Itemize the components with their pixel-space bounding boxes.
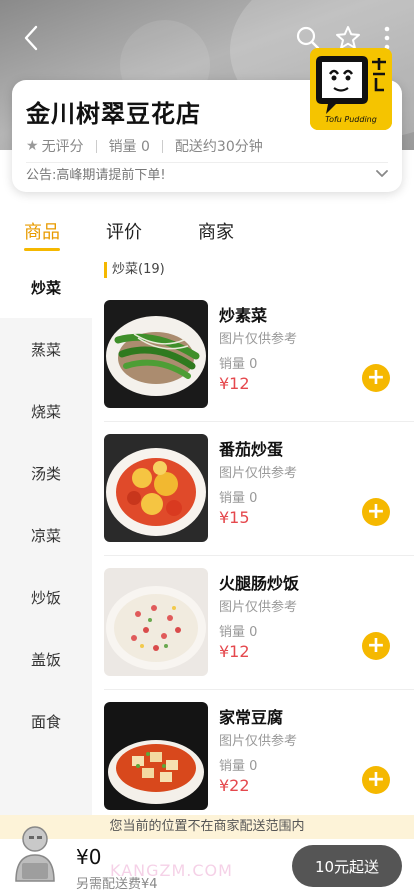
add-to-cart-button[interactable]: + <box>362 632 390 660</box>
cart-bar: ¥0 另需配送费¥4 KANGZM.COM 10元起送 <box>0 826 414 896</box>
sidebar-item-cold-dish[interactable]: 凉菜 <box>0 504 92 566</box>
dish-photo <box>104 702 208 810</box>
dish-item[interactable]: 炒素菜 图片仅供参考 销量 0 ¥12 + <box>104 300 414 422</box>
tab-products[interactable]: 商品 <box>24 218 60 244</box>
add-to-cart-button[interactable]: + <box>362 498 390 526</box>
tab-merchant[interactable]: 商家 <box>198 218 234 244</box>
sidebar-item-noodles[interactable]: 面食 <box>0 690 92 752</box>
sidebar-item-stir-fry[interactable]: 炒菜 <box>0 256 92 318</box>
dish-note: 图片仅供参考 <box>219 466 298 481</box>
cart-total: ¥0 <box>76 845 102 869</box>
sidebar-item-rice-bowl[interactable]: 盖饭 <box>0 628 92 690</box>
dish-name: 火腿肠炒饭 <box>219 574 300 593</box>
sidebar-item-braised[interactable]: 烧菜 <box>0 380 92 442</box>
dish-price: ¥22 <box>219 776 250 795</box>
delivery-range-warning: 您当前的位置不在商家配送范围内 <box>0 815 414 839</box>
dish-note: 图片仅供参考 <box>219 332 298 347</box>
dish-price: ¥12 <box>219 374 250 393</box>
divider <box>95 139 97 153</box>
dish-item[interactable]: 番茄炒蛋 图片仅供参考 销量 0 ¥15 + <box>104 434 414 556</box>
cart-icon[interactable] <box>10 821 60 891</box>
dish-photo <box>104 568 208 676</box>
dish-sales: 销量 0 <box>219 625 258 640</box>
shop-name: 金川树翠豆花店 <box>26 100 201 128</box>
minimum-order-button[interactable]: 10元起送 <box>292 845 402 887</box>
divider <box>26 162 388 163</box>
dish-price: ¥12 <box>219 642 250 661</box>
dish-item[interactable]: 家常豆腐 图片仅供参考 销量 0 ¥22 + <box>104 702 414 822</box>
chevron-down-icon[interactable] <box>374 166 390 182</box>
plus-icon: + <box>366 633 386 658</box>
divider <box>104 421 414 422</box>
add-to-cart-button[interactable]: + <box>362 364 390 392</box>
sidebar-item-fried-rice[interactable]: 炒饭 <box>0 566 92 628</box>
dish-name: 家常豆腐 <box>219 708 284 727</box>
tab-bar: 商品 评价 商家 <box>0 212 414 256</box>
divider <box>104 689 414 690</box>
dish-photo <box>104 300 208 408</box>
logo-text: Tofu Pudding <box>325 115 377 124</box>
dish-sales: 销量 0 <box>219 357 258 372</box>
sidebar-item-soup[interactable]: 汤类 <box>0 442 92 504</box>
divider <box>161 139 163 153</box>
category-sidebar: 炒菜 蒸菜 烧菜 汤类 凉菜 炒饭 盖饭 面食 <box>0 256 92 816</box>
sidebar-item-steamed[interactable]: 蒸菜 <box>0 318 92 380</box>
dish-name: 炒素菜 <box>219 306 268 325</box>
plus-icon: + <box>366 767 386 792</box>
tab-indicator <box>24 248 60 251</box>
dish-sales: 销量 0 <box>219 759 258 774</box>
back-icon[interactable] <box>14 18 48 58</box>
plus-icon: + <box>366 365 386 390</box>
shop-delivery-time: 配送约30分钟 <box>174 139 263 155</box>
watermark: KANGZM.COM <box>110 861 233 880</box>
divider <box>104 555 414 556</box>
tab-reviews[interactable]: 评价 <box>106 218 142 244</box>
dish-item[interactable]: 火腿肠炒饭 图片仅供参考 销量 0 ¥12 + <box>104 568 414 690</box>
star-icon: ★ <box>26 138 39 154</box>
plus-icon: + <box>366 499 386 524</box>
shop-notice[interactable]: 公告:高峰期请提前下单! <box>26 164 166 188</box>
shop-logo: Tofu Pudding <box>310 48 392 130</box>
dish-note: 图片仅供参考 <box>219 600 298 615</box>
shop-rating: 无评分 <box>41 139 84 155</box>
add-to-cart-button[interactable]: + <box>362 766 390 794</box>
dish-note: 图片仅供参考 <box>219 734 298 749</box>
dish-name: 番茄炒蛋 <box>219 440 284 459</box>
dish-photo <box>104 434 208 542</box>
dish-price: ¥15 <box>219 508 250 527</box>
dish-sales: 销量 0 <box>219 491 258 506</box>
section-title: 炒菜(19) <box>104 262 165 278</box>
shop-stats: ★ 无评分 销量 0 配送约30分钟 <box>26 136 263 156</box>
shop-sales: 销量 0 <box>108 139 150 155</box>
